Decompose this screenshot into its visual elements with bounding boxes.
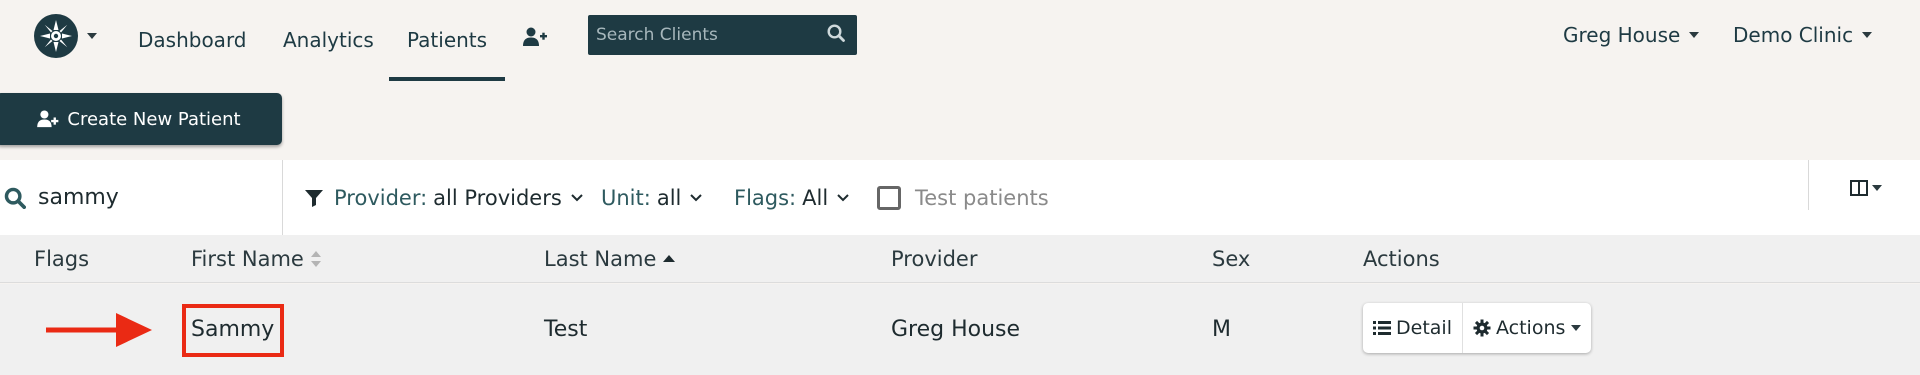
chevron-down-icon xyxy=(1571,325,1582,331)
flags-filter-value: All xyxy=(802,185,829,210)
gear-icon xyxy=(1473,319,1491,337)
column-first-name[interactable]: First Name xyxy=(191,235,322,283)
unit-filter-value: all xyxy=(656,185,682,210)
detail-button[interactable]: Detail xyxy=(1363,303,1462,353)
cell-sex: M xyxy=(1212,317,1231,342)
create-new-patient-button[interactable]: Create New Patient xyxy=(0,93,282,145)
sort-ascending-icon xyxy=(663,255,676,262)
detail-button-label: Detail xyxy=(1396,317,1452,339)
column-actions: Actions xyxy=(1363,247,1440,271)
clinic-menu[interactable]: Demo Clinic xyxy=(1733,0,1873,70)
column-provider[interactable]: Provider xyxy=(891,235,977,283)
user-name: Greg House xyxy=(1563,23,1681,47)
cell-first-name[interactable]: Sammy xyxy=(191,284,274,375)
search-icon xyxy=(4,187,26,209)
user-menu[interactable]: Greg House xyxy=(1563,0,1700,70)
column-last-name-label: Last Name xyxy=(544,247,657,271)
search-icon[interactable] xyxy=(827,24,845,46)
actions-dropdown-button[interactable]: Actions xyxy=(1461,303,1591,353)
top-navbar: Dashboard Analytics Patients Greg House … xyxy=(0,0,1920,81)
provider-filter-value: all Providers xyxy=(433,185,562,210)
user-plus-icon xyxy=(37,110,59,128)
clinic-name: Demo Clinic xyxy=(1733,23,1854,47)
column-sex[interactable]: Sex xyxy=(1212,235,1250,283)
user-plus-icon[interactable] xyxy=(522,24,548,50)
filter-divider xyxy=(1808,160,1809,210)
logo-menu[interactable] xyxy=(34,14,100,58)
test-patients-label: Test patients xyxy=(915,185,1049,210)
chevron-down-icon xyxy=(690,193,703,201)
chevron-down-icon xyxy=(1872,185,1882,191)
list-icon xyxy=(1373,321,1391,335)
provider-filter-label: Provider: xyxy=(334,185,428,210)
unit-filter[interactable]: Unit: all xyxy=(601,160,703,235)
table-row: Sammy Test Greg House M xyxy=(0,284,1920,375)
chevron-down-icon xyxy=(1862,32,1873,38)
filter-bar: Provider: all Providers Unit: all Flags:… xyxy=(0,160,1920,235)
chevron-down-icon xyxy=(571,193,583,201)
column-flags: Flags xyxy=(34,247,90,271)
nav-patients[interactable]: Patients xyxy=(388,0,506,81)
red-arrow-annotation xyxy=(46,313,152,347)
star-burst-icon xyxy=(34,14,78,58)
columns-icon xyxy=(1850,180,1868,196)
cell-last-name: Test xyxy=(544,317,588,342)
sort-icon xyxy=(310,251,321,267)
chevron-down-icon xyxy=(837,193,849,201)
column-last-name[interactable]: Last Name xyxy=(544,235,676,283)
provider-filter[interactable]: Provider: all Providers xyxy=(304,160,584,235)
cell-provider: Greg House xyxy=(891,317,1021,342)
test-patients-toggle[interactable]: Test patients xyxy=(877,160,1049,235)
test-patients-checkbox[interactable] xyxy=(877,185,901,210)
patient-search xyxy=(0,160,283,235)
chevron-down-icon xyxy=(87,33,97,39)
flags-filter-label: Flags: xyxy=(734,185,797,210)
column-toggle-button[interactable] xyxy=(1850,174,1882,202)
client-search-box xyxy=(588,15,857,55)
patient-search-input[interactable] xyxy=(38,185,268,210)
nav-analytics[interactable]: Analytics xyxy=(283,0,374,80)
actions-button-label: Actions xyxy=(1495,317,1566,339)
flags-filter[interactable]: Flags: All xyxy=(734,160,850,235)
row-action-buttons: Detail Actions xyxy=(1363,303,1592,353)
nav-dashboard[interactable]: Dashboard xyxy=(138,0,247,80)
unit-filter-label: Unit: xyxy=(601,185,651,210)
column-first-name-label: First Name xyxy=(191,247,304,271)
patients-table-header: Flags First Name Last Name Provider Sex … xyxy=(0,235,1920,283)
create-new-patient-label: Create New Patient xyxy=(67,108,241,130)
client-search-input[interactable] xyxy=(596,25,827,45)
chevron-down-icon xyxy=(1689,32,1700,38)
filter-icon xyxy=(305,189,323,207)
